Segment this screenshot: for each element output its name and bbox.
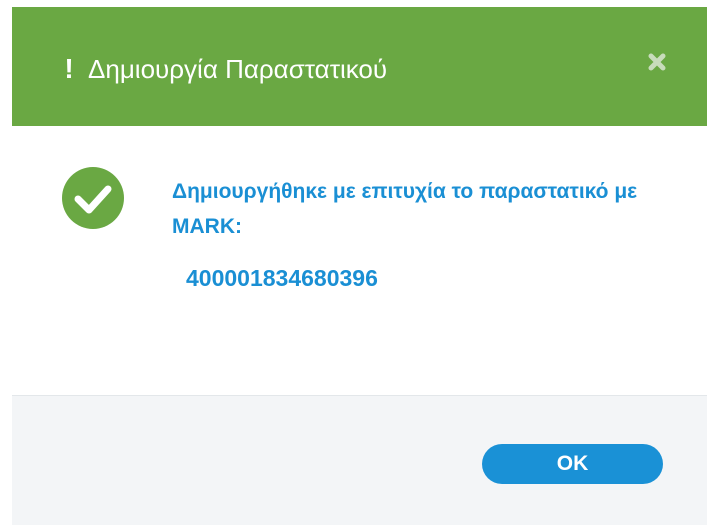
close-icon[interactable] xyxy=(642,47,672,77)
success-dialog: ! Δημιουργία Παραστατικού Δημιουργήθηκε … xyxy=(12,7,707,525)
dialog-body: Δημιουργήθηκε με επιτυχία το παραστατικό… xyxy=(12,126,707,395)
dialog-header: ! Δημιουργία Παραστατικού xyxy=(12,7,707,126)
exclamation-icon: ! xyxy=(64,53,74,84)
mark-number: 400001834680396 xyxy=(186,265,378,291)
dialog-title: Δημιουργία Παραστατικού xyxy=(88,54,388,84)
check-circle-icon xyxy=(61,166,125,230)
ok-button[interactable]: OK xyxy=(482,444,663,484)
success-message: Δημιουργήθηκε με επιτυχία το παραστατικό… xyxy=(172,180,638,238)
dialog-footer: OK xyxy=(12,396,707,525)
